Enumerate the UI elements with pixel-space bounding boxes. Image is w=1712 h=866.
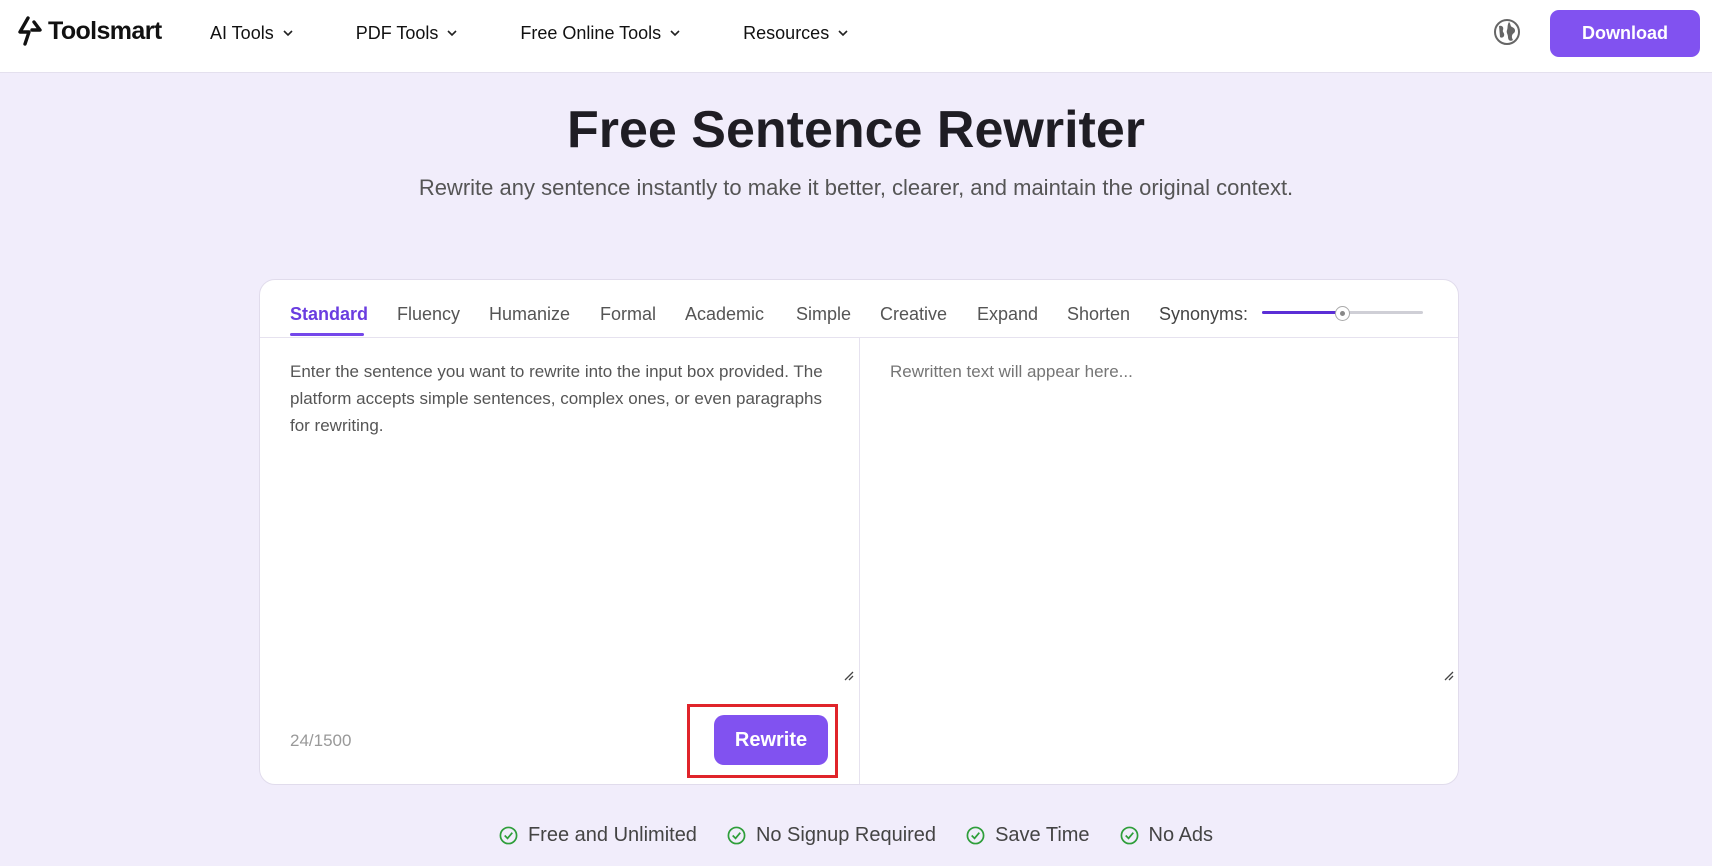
tab-expand[interactable]: Expand: [977, 304, 1038, 325]
tab-simple[interactable]: Simple: [796, 304, 851, 325]
check-circle-icon: [499, 826, 518, 845]
slider-fill: [1262, 311, 1343, 314]
nav-label: Resources: [743, 22, 830, 43]
nav-label: Free Online Tools: [520, 22, 662, 43]
feature-label: Free and Unlimited: [527, 824, 697, 846]
chevron-down-icon: [838, 30, 848, 37]
resize-grip-icon[interactable]: [1444, 671, 1454, 681]
nav-free-online-tools[interactable]: Free Online Tools: [520, 23, 681, 44]
feature-label: No Ads: [1148, 824, 1214, 846]
input-textarea[interactable]: [290, 358, 830, 678]
character-counter: 24/1500: [290, 731, 352, 750]
check-circle-icon: [727, 826, 746, 845]
nav-pdf-tools[interactable]: PDF Tools: [356, 23, 459, 44]
chevron-down-icon: [670, 30, 680, 37]
chevron-down-icon: [283, 30, 293, 37]
feature-item: Free and Unlimited: [499, 824, 697, 847]
nav-resources[interactable]: Resources: [743, 23, 849, 44]
tab-shorten[interactable]: Shorten: [1067, 304, 1130, 325]
language-globe-icon[interactable]: [1493, 18, 1521, 46]
tab-academic[interactable]: Academic: [685, 304, 764, 325]
download-button[interactable]: Download: [1550, 10, 1700, 57]
top-header: Toolsmart AI Tools PDF Tools Free Online…: [0, 0, 1712, 73]
feature-item: Save Time: [966, 824, 1090, 847]
feature-label: No Signup Required: [755, 824, 937, 846]
page-title: Free Sentence Rewriter: [566, 101, 1146, 159]
page-subtitle: Rewrite any sentence instantly to make i…: [418, 175, 1294, 200]
rewrite-button[interactable]: Rewrite: [714, 715, 828, 765]
tab-creative[interactable]: Creative: [880, 304, 947, 325]
synonyms-slider[interactable]: [1262, 306, 1423, 321]
input-pane: 24/1500 Rewrite: [260, 338, 860, 784]
synonyms-label: Synonyms:: [1159, 304, 1249, 324]
feature-list: Free and Unlimited No Signup Required Sa…: [0, 824, 1712, 847]
tab-humanize[interactable]: Humanize: [489, 304, 570, 325]
tab-formal[interactable]: Formal: [600, 304, 656, 325]
check-circle-icon: [966, 826, 985, 845]
feature-item: No Ads: [1120, 824, 1213, 847]
slider-thumb[interactable]: [1335, 306, 1350, 321]
active-tab-indicator: [290, 333, 364, 336]
logo-bolt-icon: [18, 16, 42, 46]
mode-tabs: Standard Fluency Humanize Formal Academi…: [260, 280, 1458, 338]
rewriter-card: Standard Fluency Humanize Formal Academi…: [259, 279, 1459, 785]
feature-item: No Signup Required: [727, 824, 936, 847]
nav-label: PDF Tools: [355, 22, 439, 43]
tab-fluency[interactable]: Fluency: [397, 304, 460, 325]
output-pane: [860, 338, 1458, 784]
nav-ai-tools[interactable]: AI Tools: [210, 23, 294, 44]
logo-text: Toolsmart: [48, 16, 162, 45]
resize-grip-icon[interactable]: [844, 671, 854, 681]
logo[interactable]: Toolsmart: [18, 16, 162, 46]
output-textarea[interactable]: [890, 358, 1430, 678]
nav-label: AI Tools: [210, 22, 274, 43]
check-circle-icon: [1120, 826, 1138, 845]
feature-label: Save Time: [995, 824, 1090, 846]
main-nav: AI Tools PDF Tools Free Online Tools Res…: [210, 0, 911, 66]
tab-standard[interactable]: Standard: [290, 304, 368, 325]
chevron-down-icon: [447, 30, 457, 37]
